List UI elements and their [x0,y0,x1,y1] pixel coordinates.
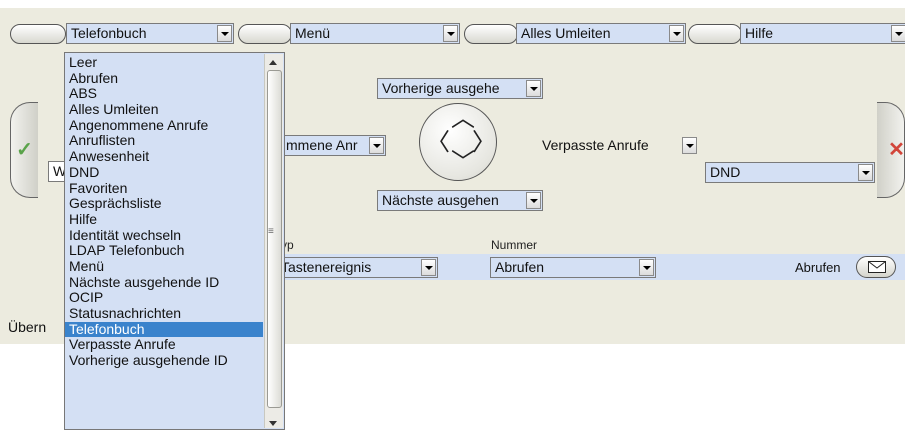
softkey-3-function-select[interactable]: Alles Umleiten [516,23,686,44]
chevron-down-icon[interactable] [421,259,436,276]
nav-up-arrow-icon[interactable]: ︿ [451,106,475,130]
softkey-2-function-select[interactable]: Menü [290,23,460,44]
softkey-1-function-select[interactable]: Telefonbuch [66,23,234,44]
chevron-down-icon[interactable] [217,25,232,42]
softkey-function-dropdown-list[interactable]: Leer Abrufen ABS Alles Umleiten Angenommene … [64,52,285,430]
apply-button-label[interactable]: Übern [8,319,46,335]
chevron-down-icon[interactable] [669,25,684,42]
typ-select[interactable]: Tastenereignis [276,257,438,278]
softkey-4-function-value: Hilfe [745,25,774,41]
scroll-down-icon[interactable] [269,421,277,426]
scrollbar[interactable]: ≡ [264,54,283,428]
dnd-value: DND [710,164,741,180]
nav-right-value: Verpasste Anrufe [542,137,649,153]
dropdown-option[interactable]: DND [65,164,263,181]
dropdown-option[interactable]: ABS [65,86,263,102]
softkey-4-button[interactable] [688,24,742,44]
softkey-4-function-select[interactable]: Hilfe [740,23,905,44]
ok-button[interactable]: ✓ [10,102,38,198]
dropdown-option[interactable]: OCIP [65,290,263,306]
dropdown-option[interactable]: Anruflisten [65,133,263,149]
nav-down-arrow-icon[interactable]: ﹀ [451,150,475,174]
nummer-value: Abrufen [495,259,545,275]
nav-left-select[interactable]: mmene Anr [271,135,386,156]
dropdown-option[interactable]: Gesprächsliste [65,195,263,212]
nav-up-select[interactable]: Vorherige ausgehe [377,78,543,99]
dropdown-option[interactable]: Nächste ausgehende ID [65,274,263,291]
chevron-down-icon[interactable] [443,25,458,42]
cancel-button[interactable]: ✕ [877,102,905,198]
dropdown-option[interactable]: Favoriten [65,180,263,197]
chevron-down-icon[interactable] [639,259,654,276]
navigation-pad[interactable]: ︿ 〈 〉 ﹀ [419,103,497,181]
nav-down-value: Nächste ausgehen [382,192,499,208]
softkey-1-button[interactable] [10,24,66,44]
chevron-down-icon[interactable] [369,137,384,154]
chevron-down-icon[interactable] [858,164,873,181]
scroll-grip-icon: ≡ [268,226,274,237]
dropdown-option[interactable]: Identität wechseln [65,227,263,244]
dropdown-option[interactable]: Vorherige ausgehende ID [65,352,263,369]
dnd-select[interactable]: DND [705,162,875,183]
dropdown-option[interactable]: Leer [65,54,263,71]
softkey-1-function-value: Telefonbuch [71,25,147,41]
label-value: Abrufen [795,260,841,275]
nav-left-value: mmene Anr [286,137,358,153]
softkey-3-function-value: Alles Umleiten [521,25,611,41]
envelope-icon [868,261,886,273]
nav-right-select[interactable]: Verpasste Anrufe [537,135,701,156]
typ-value: Tastenereignis [281,259,372,275]
dropdown-option[interactable]: LDAP Telefonbuch [65,243,263,259]
send-button[interactable] [856,256,896,278]
close-icon: ✕ [888,139,905,161]
nav-right-arrow-icon[interactable]: 〉 [472,130,496,154]
dropdown-option[interactable]: Verpasste Anrufe [65,337,263,353]
dropdown-options: Leer Abrufen ABS Alles Umleiten Angenommene … [65,53,263,369]
dropdown-option[interactable]: Telefonbuch [65,321,263,338]
nav-down-select[interactable]: Nächste ausgehen [377,190,543,211]
dropdown-option[interactable]: Hilfe [65,211,263,228]
chevron-down-icon[interactable] [891,25,905,42]
scrollbar-thumb[interactable] [267,70,282,408]
dropdown-option[interactable]: Anwesenheit [65,148,263,165]
nav-up-value: Vorherige ausgehe [382,80,500,96]
dropdown-option[interactable]: Angenommene Anrufe [65,117,263,134]
softkey-2-button[interactable] [238,24,292,44]
nav-left-arrow-icon[interactable]: 〈 [426,130,450,154]
dropdown-option[interactable]: Statusnachrichten [65,305,263,322]
chevron-down-icon[interactable] [682,137,697,154]
nummer-select[interactable]: Abrufen [490,257,656,278]
softkey-2-function-value: Menü [295,25,331,41]
dropdown-option[interactable]: Menü [65,258,263,275]
check-icon: ✓ [16,139,33,161]
softkey-3-button[interactable] [464,24,518,44]
chevron-down-icon[interactable] [526,192,541,209]
column-header-nummer: Nummer [491,238,538,252]
scroll-up-icon[interactable] [269,60,277,65]
dropdown-option[interactable]: Abrufen [65,70,263,87]
chevron-down-icon[interactable] [526,80,541,97]
dropdown-option[interactable]: Alles Umleiten [65,101,263,118]
